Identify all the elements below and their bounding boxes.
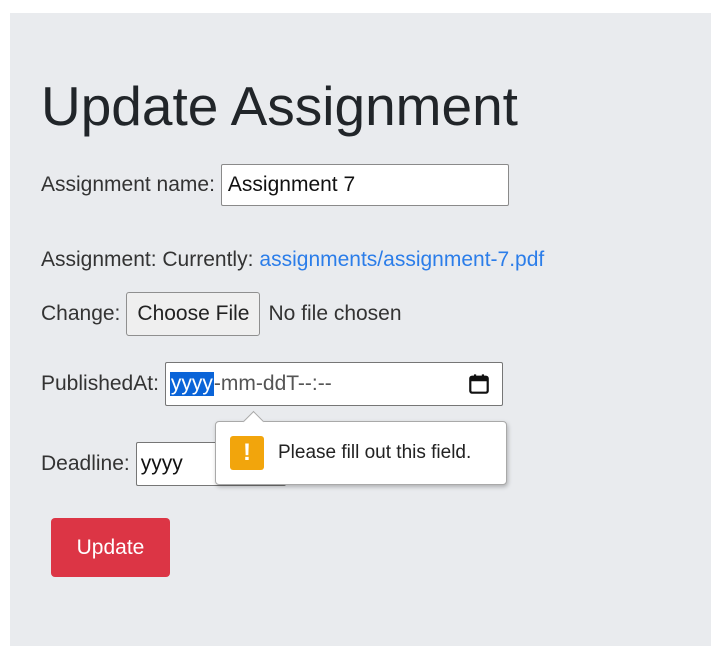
warning-icon: ! — [230, 436, 264, 470]
published-at-row: PublishedAt: yyyy -mm-ddT--:-- — [41, 362, 503, 406]
published-at-input[interactable]: yyyy -mm-ddT--:-- — [164, 362, 503, 406]
no-file-chosen-text: No file chosen — [268, 302, 402, 325]
assignment-file-row: Assignment: Currently: assignments/assig… — [41, 248, 544, 272]
validation-message: Please fill out this field. — [278, 442, 472, 463]
choose-file-button[interactable]: Choose File — [126, 292, 261, 336]
calendar-icon[interactable] — [468, 373, 490, 395]
update-button[interactable]: Update — [51, 518, 170, 577]
assignment-current-label: Assignment: Currently: — [41, 248, 254, 271]
published-year-segment[interactable]: yyyy — [169, 372, 214, 396]
page-title: Update Assignment — [41, 75, 518, 137]
change-label: Change: — [41, 302, 121, 325]
assignment-name-row: Assignment name: Assignment 7 — [41, 164, 509, 206]
assignment-name-label: Assignment name: — [41, 173, 215, 196]
validation-tooltip: ! Please fill out this field. — [215, 410, 507, 485]
change-file-row: Change: Choose File No file chosen — [41, 292, 402, 336]
published-rest-segments[interactable]: -mm-ddT--:-- — [214, 372, 332, 396]
deadline-label: Deadline: — [41, 452, 130, 475]
assignment-name-value: Assignment 7 — [227, 173, 356, 196]
assignment-file-link[interactable]: assignments/assignment-7.pdf — [259, 248, 544, 272]
published-at-label: PublishedAt: — [41, 372, 159, 395]
deadline-value[interactable]: yyyy — [141, 452, 183, 476]
assignment-name-input[interactable]: Assignment 7 — [220, 164, 509, 206]
